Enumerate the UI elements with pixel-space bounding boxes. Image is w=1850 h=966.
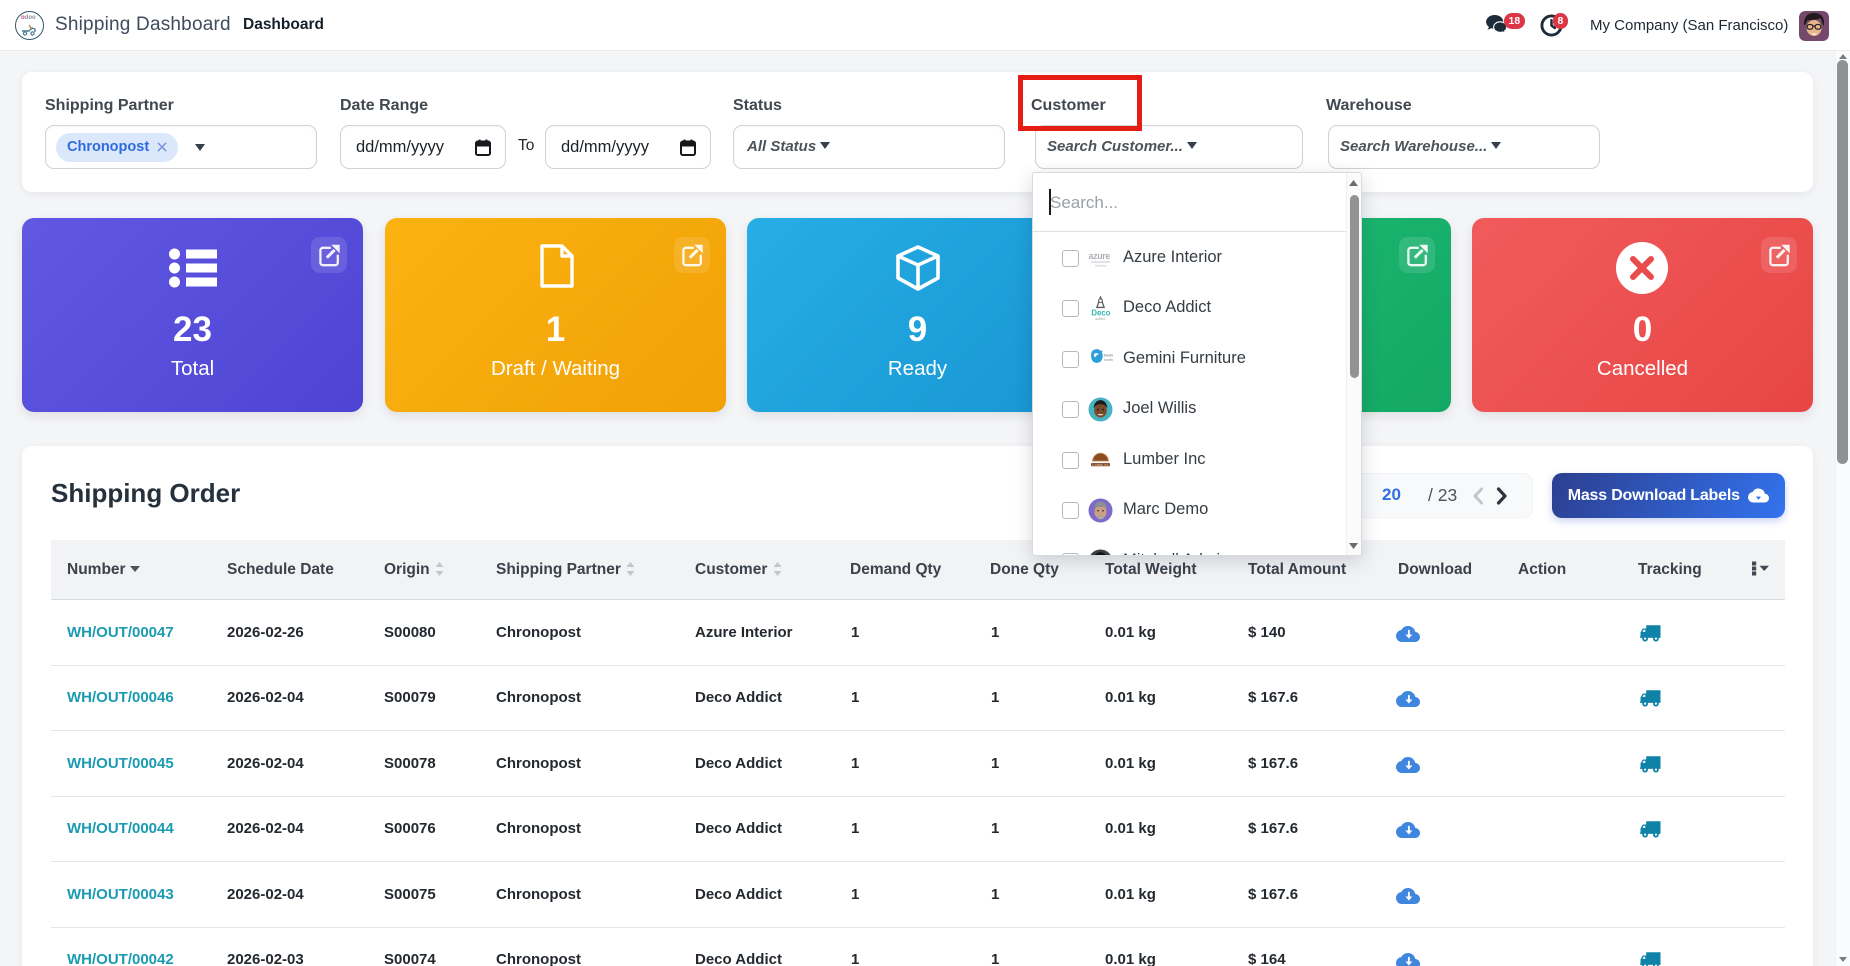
- svg-text:furniture: furniture: [1104, 357, 1113, 362]
- svg-text:LUMBER INC: LUMBER INC: [1092, 463, 1109, 467]
- svg-text:azure: azure: [1089, 251, 1111, 261]
- svg-text:addict: addict: [1095, 317, 1106, 321]
- svg-text:interior: interior: [1095, 264, 1107, 268]
- svg-text:Deco: Deco: [1091, 308, 1110, 317]
